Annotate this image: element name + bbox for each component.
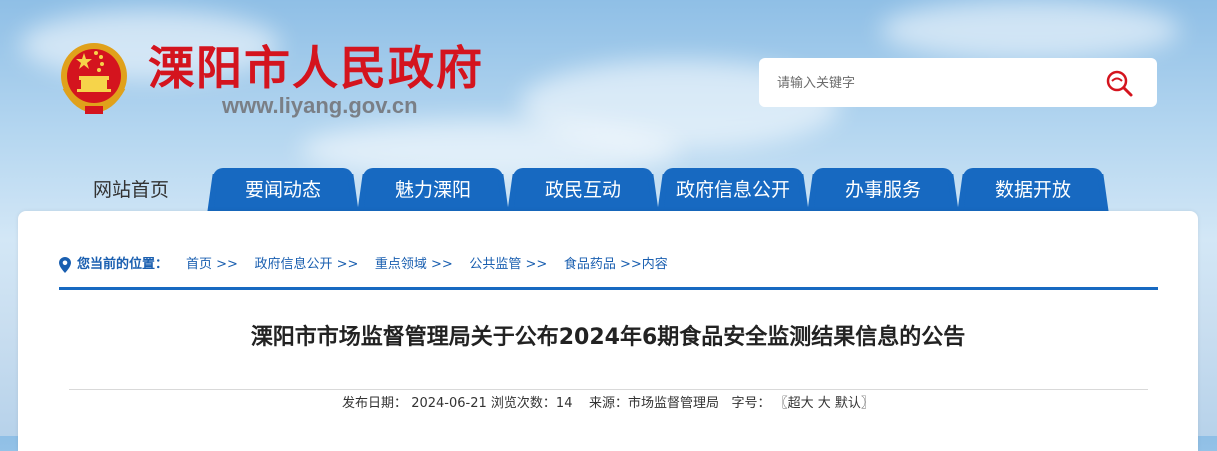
site-url: www.liyang.gov.cn — [222, 93, 418, 118]
breadcrumb-divider — [59, 287, 1158, 290]
breadcrumb-item-home[interactable]: 首页 >> — [186, 257, 238, 272]
breadcrumb-label: 您当前的位置： — [77, 257, 169, 272]
site-header: 溧阳市人民政府 www.liyang.gov.cn 网站首页 要闻动态 魅力溧阳… — [0, 0, 1217, 212]
breadcrumb-items: 首页 >> 政府信息公开 >> 重点领域 >> 公共监管 >> 食品药品 >>内… — [186, 255, 668, 275]
breadcrumb-item-key-areas[interactable]: 重点领域 >> — [375, 257, 453, 272]
tab-charm-liyang[interactable]: 魅力溧阳 — [363, 168, 503, 212]
views-count: 14 — [555, 396, 573, 411]
font-size-extra-large-button[interactable]: 超大 — [788, 396, 814, 411]
search-input[interactable] — [775, 71, 1089, 95]
search-icon[interactable] — [1103, 68, 1135, 98]
nav-home-link[interactable]: 网站首页 — [93, 177, 169, 203]
publish-date: 2024-06-21 — [411, 396, 487, 411]
national-emblem-icon — [61, 43, 127, 114]
location-pin-icon — [59, 257, 71, 273]
search-box — [759, 58, 1157, 107]
source-value: 市场监督管理局 — [628, 396, 720, 411]
breadcrumb-item-public-supervision[interactable]: 公共监管 >> — [469, 257, 547, 272]
tab-news[interactable]: 要闻动态 — [213, 168, 353, 212]
font-size-label: 字号： — [731, 396, 771, 411]
publish-date-label: 发布日期： — [342, 396, 408, 411]
tab-interaction[interactable]: 政民互动 — [513, 168, 653, 212]
tab-services[interactable]: 办事服务 — [813, 168, 953, 212]
tab-open-data[interactable]: 数据开放 — [963, 168, 1103, 212]
source-label: 来源： — [589, 396, 629, 411]
breadcrumb-item-food-drugs[interactable]: 食品药品 >>内容 — [564, 257, 668, 272]
tab-info-disclosure[interactable]: 政府信息公开 — [663, 168, 803, 212]
title-divider — [69, 389, 1148, 390]
content-panel: 您当前的位置： 首页 >> 政府信息公开 >> 重点领域 >> 公共监管 >> … — [18, 211, 1198, 451]
article-title: 溧阳市市场监督管理局关于公布2024年6期食品安全监测结果信息的公告 — [250, 325, 966, 350]
article-meta: 发布日期： 2024-06-21 浏览次数：14 来源：市场监督管理局 字号： … — [18, 393, 1198, 415]
site-name: 溧阳市人民政府 — [148, 41, 484, 95]
breadcrumb-item-info-disclosure[interactable]: 政府信息公开 >> — [254, 257, 358, 272]
font-size-large-button[interactable]: 大 — [818, 396, 831, 411]
views-label: 浏览次数： — [490, 396, 556, 411]
font-size-default-button[interactable]: 默认 — [835, 396, 861, 411]
font-size-close-bracket: 〗 — [860, 396, 874, 411]
font-size-open-bracket: 〖 — [774, 396, 788, 411]
